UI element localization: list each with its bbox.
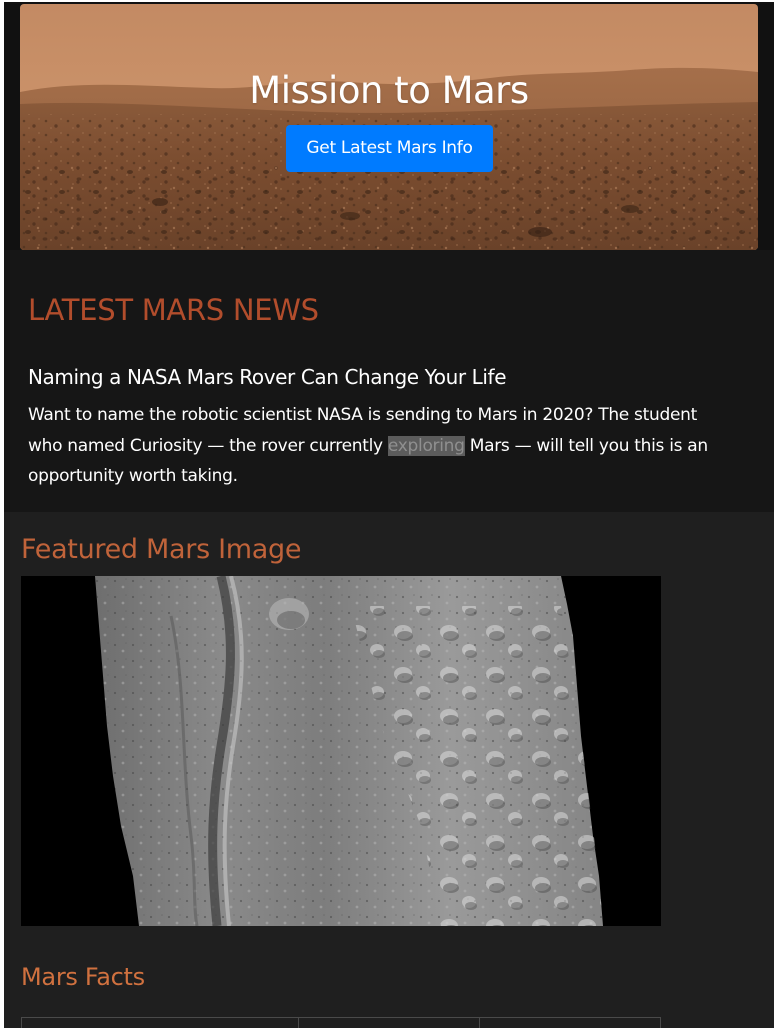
table-border — [298, 1018, 299, 1028]
hero-title: Mission to Mars — [249, 69, 529, 112]
table-border — [660, 1018, 661, 1028]
featured-image-heading: Featured Mars Image — [21, 534, 302, 565]
news-paragraph: Want to name the robotic scientist NASA … — [28, 400, 728, 492]
news-title: Naming a NASA Mars Rover Can Change Your… — [28, 365, 507, 389]
table-border — [479, 1018, 480, 1028]
news-section: LATEST MARS NEWS Naming a NASA Mars Rove… — [4, 250, 774, 512]
featured-mars-image-graphic — [21, 576, 661, 926]
news-heading: LATEST MARS NEWS — [28, 293, 319, 327]
featured-mars-image — [21, 576, 661, 926]
page-frame: Mission to Mars Get Latest Mars Info LAT… — [4, 2, 774, 1028]
get-latest-mars-info-button[interactable]: Get Latest Mars Info — [286, 125, 493, 172]
table-border — [21, 1018, 22, 1028]
hero-banner: Mission to Mars Get Latest Mars Info — [20, 4, 758, 250]
mars-facts-heading: Mars Facts — [21, 963, 145, 991]
mars-facts-table — [21, 1017, 661, 1028]
lower-section: Featured Mars Image Mars Facts — [4, 512, 774, 1028]
highlighted-word: exploring — [387, 435, 465, 456]
